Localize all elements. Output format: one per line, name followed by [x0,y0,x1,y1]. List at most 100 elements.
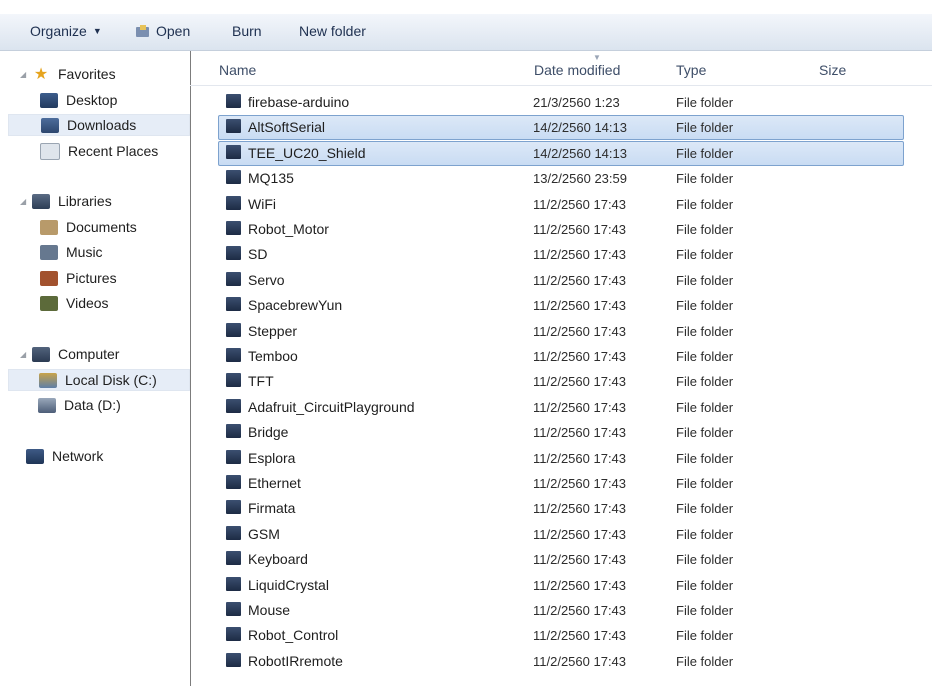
file-row[interactable]: Servo 11/2/2560 17:43 File folder [190,268,904,293]
folder-icon [226,602,241,616]
nav-desktop-label: Desktop [66,92,118,108]
file-name: GSM [248,525,280,542]
file-name: TFT [248,373,274,390]
file-row[interactable]: Ethernet 11/2/2560 17:43 File folder [190,471,904,496]
expand-arrow-icon[interactable]: ◢ [20,350,32,359]
file-row[interactable]: AltSoftSerial 14/2/2560 14:13 File folder [218,115,904,141]
nav-pictures[interactable]: Pictures [40,267,117,289]
file-date-modified: 11/2/2560 17:43 [533,272,627,288]
file-date-modified: 13/2/2560 23:59 [533,171,627,187]
file-row[interactable]: TFT 11/2/2560 17:43 File folder [190,369,904,394]
file-date-modified: 11/2/2560 17:43 [533,653,627,669]
file-date-modified: 14/2/2560 14:13 [533,120,627,136]
file-row[interactable]: Temboo 11/2/2560 17:43 File folder [190,344,904,369]
music-icon [40,244,58,260]
column-type[interactable]: Type [676,62,706,78]
file-row[interactable]: Mouse 11/2/2560 17:43 File folder [190,598,904,623]
file-row[interactable]: Firmata 11/2/2560 17:43 File folder [190,496,904,521]
file-type: File folder [676,526,734,542]
file-date-modified: 11/2/2560 17:43 [533,196,627,212]
file-row[interactable]: Bridge 11/2/2560 17:43 File folder [190,420,904,445]
file-row[interactable]: Keyboard 11/2/2560 17:43 File folder [190,547,904,572]
file-date-modified: 11/2/2560 17:43 [533,374,627,390]
open-label: Open [156,23,191,39]
file-type: File folder [676,501,734,517]
nav-local-disk-c[interactable]: Local Disk (C:) [8,369,190,391]
nav-pictures-label: Pictures [66,270,117,286]
file-name: Ethernet [248,475,301,491]
file-name: SpacebrewYun [248,297,343,314]
nav-libraries[interactable]: ◢ Libraries [20,190,112,212]
folder-icon [226,271,241,286]
file-date-modified: 11/2/2560 17:43 [533,323,627,339]
file-row[interactable]: LiquidCrystal 11/2/2560 17:43 File folder [190,573,904,598]
file-name: Mouse [248,602,291,618]
nav-network-label: Network [52,448,104,464]
file-type: File folder [676,374,734,390]
file-row[interactable]: Esplora 11/2/2560 17:43 File folder [190,446,904,471]
nav-desktop[interactable]: Desktop [40,89,117,111]
file-row[interactable]: firebase-arduino 21/3/2560 1:23 File folde… [190,90,904,115]
file-type: File folder [676,577,734,593]
nav-recent-places-label: Recent Places [68,143,159,159]
nav-music[interactable]: Music [40,241,103,263]
folder-icon [226,119,241,134]
libraries-icon [32,193,50,209]
file-type: File folder [676,145,734,161]
sort-arrow-icon: ▼ [593,53,601,62]
file-row[interactable]: SD 11/2/2560 17:43 File folder [190,242,904,267]
nav-data-disk-d[interactable]: Data (D:) [38,394,121,416]
column-date-modified[interactable]: Date modified [534,62,620,78]
nav-computer[interactable]: ◢ Computer [20,343,119,365]
nav-downloads-label: Downloads [67,117,137,133]
file-type: File folder [676,552,734,568]
local-disk-icon [39,372,57,388]
file-row[interactable]: SpacebrewYun 11/2/2560 17:43 File folder [190,293,904,318]
burn-button[interactable]: Burn [232,23,262,39]
folder-icon [226,652,241,667]
file-row[interactable]: Robot_Motor 11/2/2560 17:43 File folder [190,217,904,242]
file-name: Esplora [248,449,296,466]
desktop-icon [40,92,58,108]
file-row[interactable]: Robot_Control 11/2/2560 17:43 File folder [190,623,904,648]
folder-icon [226,500,241,515]
nav-favorites[interactable]: ◢ ★ Favorites [20,63,116,85]
file-row[interactable]: TEE_UC20_Shield 14/2/2560 14:13 File folde… [218,140,904,166]
folder-icon [226,449,241,464]
new-folder-button[interactable]: New folder [299,23,366,39]
file-row[interactable]: MQ135 13/2/2560 23:59 File folder [190,166,904,191]
file-name: SD [248,246,268,263]
file-row[interactable]: Adafruit_CircuitPlayground 11/2/2560 17:4… [190,395,904,420]
expand-arrow-icon[interactable]: ◢ [20,70,32,79]
nav-documents-label: Documents [66,219,137,235]
file-type: File folder [676,95,734,110]
column-header: Name ▼ Date modified Type Size [190,51,932,86]
file-type: File folder [676,653,734,669]
file-date-modified: 11/2/2560 17:43 [533,298,627,314]
organize-button[interactable]: Organize ▼ [30,23,102,39]
open-button[interactable]: Open [136,23,190,39]
file-type: File folder [676,196,734,212]
file-name: TEE_UC20_Shield [248,144,366,161]
file-row[interactable]: RobotIRremote 11/2/2560 17:43 File folder [190,649,904,674]
nav-recent-places[interactable]: Recent Places [40,140,158,162]
column-name[interactable]: Name [219,62,256,78]
file-type: File folder [676,272,734,288]
file-row[interactable]: WiFi 11/2/2560 17:43 File folder [190,192,904,217]
nav-favorites-label: Favorites [58,66,116,82]
new-folder-label: New folder [299,23,366,39]
file-type: File folder [676,298,734,314]
expand-arrow-icon[interactable]: ◢ [20,197,32,206]
column-size[interactable]: Size [819,62,846,78]
folder-icon [226,297,241,312]
nav-downloads[interactable]: Downloads [8,114,190,136]
file-row[interactable]: Stepper 11/2/2560 17:43 File folder [190,319,904,344]
file-row[interactable]: GSM 11/2/2560 17:43 File folder [190,522,904,547]
file-type: File folder [676,349,734,364]
file-name: Keyboard [248,551,308,568]
file-name: Stepper [248,322,298,339]
nav-documents[interactable]: Documents [40,216,137,238]
nav-network[interactable]: Network [26,445,103,467]
nav-videos[interactable]: Videos [40,292,109,314]
downloads-icon [41,117,59,133]
